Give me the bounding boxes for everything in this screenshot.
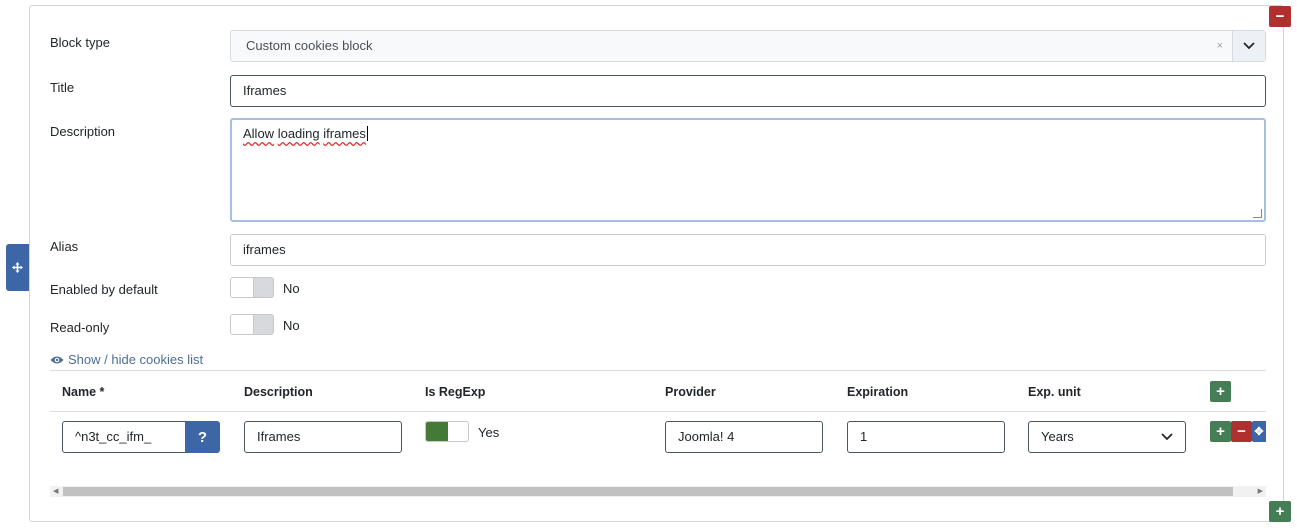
scroll-right-icon[interactable]: ▶	[1258, 486, 1263, 497]
title-label: Title	[50, 80, 75, 95]
column-header-expiration: Expiration	[847, 385, 909, 399]
cookie-name-input[interactable]: ^n3t_cc_ifm_	[62, 421, 186, 453]
add-cookie-button[interactable]: +	[1210, 381, 1231, 402]
toggle-cookies-list-link[interactable]: Show / hide cookies list	[50, 352, 203, 367]
scrollbar-thumb[interactable]	[63, 487, 1233, 496]
table-horizontal-scrollbar[interactable]: ◀ ▶	[50, 486, 1266, 497]
minus-icon: −	[1275, 8, 1285, 25]
column-header-provider: Provider	[665, 385, 716, 399]
minus-icon: −	[1237, 423, 1246, 440]
move-row-handle[interactable]: ✥	[1252, 421, 1266, 442]
enabled-by-default-state: No	[283, 281, 300, 296]
column-header-is-regexp: Is RegExp	[425, 385, 486, 399]
enabled-by-default-label: Enabled by default	[50, 282, 158, 297]
block-type-label: Block type	[50, 35, 110, 50]
cookie-description-input[interactable]: Iframes	[244, 421, 402, 453]
move-icon: ✥	[1254, 426, 1264, 438]
resize-handle-icon[interactable]	[1253, 209, 1262, 218]
description-word-1: Allow	[243, 126, 275, 141]
text-cursor: ​	[366, 126, 368, 141]
scroll-left-icon[interactable]: ◀	[53, 486, 58, 497]
regexp-help-button[interactable]: ?	[185, 421, 220, 453]
read-only-label: Read-only	[50, 320, 110, 335]
remove-row-button[interactable]: −	[1231, 421, 1252, 442]
help-icon: ?	[197, 428, 208, 446]
plus-icon: +	[1216, 423, 1225, 440]
cookie-provider-input[interactable]: Joomla! 4	[665, 421, 823, 453]
toggle-cookies-list-text: Show / hide cookies list	[68, 352, 204, 367]
block-type-select[interactable]: Custom cookies block ×	[230, 30, 1266, 62]
plus-icon: +	[1275, 503, 1285, 520]
description-label: Description	[50, 124, 116, 139]
description-word-2: loading	[277, 126, 320, 141]
is-regexp-toggle[interactable]	[425, 421, 469, 442]
title-input[interactable]: Iframes	[230, 75, 1266, 107]
block-type-value: Custom cookies block	[246, 38, 373, 53]
clear-selection-icon[interactable]: ×	[1217, 31, 1223, 61]
column-header-description: Description	[244, 385, 313, 399]
column-header-exp-unit: Exp. unit	[1028, 385, 1081, 399]
column-header-name: Name *	[62, 385, 105, 399]
alias-input[interactable]: iframes	[230, 234, 1266, 266]
table-header-border	[50, 411, 1266, 412]
read-only-toggle[interactable]	[230, 314, 274, 335]
table-top-border	[50, 370, 1266, 371]
move-block-handle[interactable]	[6, 244, 29, 291]
move-icon	[12, 262, 23, 273]
read-only-state: No	[283, 318, 300, 333]
chevron-down-icon[interactable]	[1232, 31, 1265, 61]
exp-unit-value: Years	[1041, 429, 1074, 444]
eye-icon	[50, 356, 64, 363]
alias-label: Alias	[50, 239, 79, 254]
chevron-down-icon	[1161, 433, 1173, 441]
description-word-3: iframes	[323, 126, 366, 141]
enabled-by-default-toggle[interactable]	[230, 277, 274, 298]
description-textarea[interactable]: Allow loading iframes​	[230, 118, 1266, 222]
plus-icon: +	[1216, 383, 1225, 400]
is-regexp-state: Yes	[478, 425, 500, 440]
cookie-exp-unit-select[interactable]: Years	[1028, 421, 1186, 453]
remove-block-button[interactable]: −	[1269, 6, 1291, 27]
add-row-after-button[interactable]: +	[1210, 421, 1231, 442]
add-block-button[interactable]: +	[1269, 501, 1291, 522]
cookie-expiration-input[interactable]: 1	[847, 421, 1005, 453]
